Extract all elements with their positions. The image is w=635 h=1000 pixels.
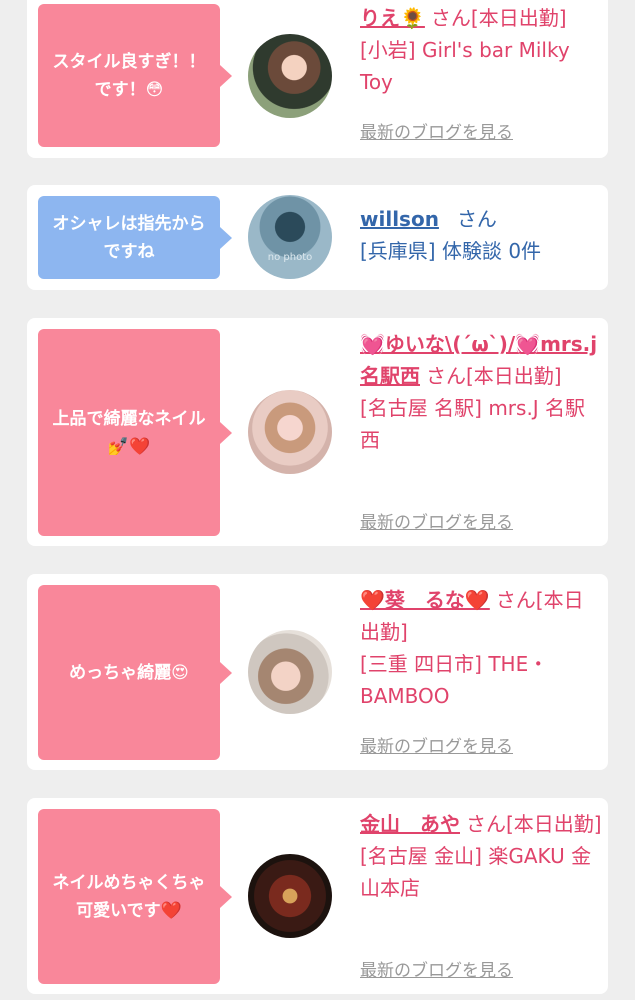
avatar[interactable] [248,630,332,714]
shop-label: [兵庫県] 体験談 0件 [360,239,542,263]
user-name-link[interactable]: 金山 あや [360,812,460,836]
comment-bubble: めっちゃ綺麗😍 [38,585,232,760]
user-info: 金山 あや さん[本日出勤] [名古屋 金山] 楽GAKU 金山本店 [360,808,602,904]
latest-blog-link[interactable]: 最新のブログを見る [360,732,513,757]
shop-label: [三重 四日市] THE・BAMBOO [360,652,549,708]
comment-text: オシャレは指先からですね [52,213,206,262]
latest-blog-link[interactable]: 最新のブログを見る [360,508,513,533]
comment-text: ネイルめちゃくちゃ可愛いです❤️ [52,872,206,921]
shop-label: [小岩] Girl's bar Milky Toy [360,38,570,94]
avatar[interactable] [248,34,332,118]
comment-bubble: ネイルめちゃくちゃ可愛いです❤️ [38,809,232,984]
user-info: 💓ゆいな\(´ω`)/💓mrs.j名駅西 さん[本日出勤] [名古屋 名駅] mr… [360,328,602,456]
user-info: willson さん [兵庫県] 体験談 0件 [360,203,602,267]
user-name-link[interactable]: ❤️葵 るな❤️ [360,588,490,612]
user-status: さん[本日出勤] [426,364,562,388]
comment-bubble: スタイル良すぎ！！です！😳 [38,4,232,147]
avatar[interactable]: no photo [248,195,332,279]
comment-text: めっちゃ綺麗😍 [69,662,189,683]
avatar[interactable] [248,854,332,938]
shop-label: [名古屋 名駅] mrs.J 名駅西 [360,396,586,452]
avatar[interactable] [248,390,332,474]
comment-bubble: オシャレは指先からですね [38,196,232,279]
comment-card: スタイル良すぎ！！です！😳 りえ🌻 さん[本日出勤] [小岩] Girl's ba… [27,0,608,158]
user-status: さん [456,207,497,231]
latest-blog-link[interactable]: 最新のブログを見る [360,118,513,143]
user-info: りえ🌻 さん[本日出勤] [小岩] Girl's bar Milky Toy [360,2,602,98]
comment-card: ネイルめちゃくちゃ可愛いです❤️ 金山 あや さん[本日出勤] [名古屋 金山] … [27,798,608,994]
shop-label: [名古屋 金山] 楽GAKU 金山本店 [360,844,592,900]
user-status: さん[本日出勤] [466,812,602,836]
comment-card: 上品で綺麗なネイル💅❤️ 💓ゆいな\(´ω`)/💓mrs.j名駅西 さん[本日出勤… [27,318,608,546]
comment-text: スタイル良すぎ！！です！😳 [52,51,206,100]
no-photo-label: no photo [267,252,313,263]
user-name-link[interactable]: willson [360,207,439,231]
latest-blog-link[interactable]: 最新のブログを見る [360,956,513,981]
user-info: ❤️葵 るな❤️ さん[本日出勤] [三重 四日市] THE・BAMBOO [360,584,602,712]
comment-card: めっちゃ綺麗😍 ❤️葵 るな❤️ さん[本日出勤] [三重 四日市] THE・BA… [27,574,608,770]
comment-text: 上品で綺麗なネイル💅❤️ [52,408,206,457]
user-status: さん[本日出勤] [430,6,567,30]
comment-card: オシャレは指先からですね no photo willson さん [兵庫県] 体験… [27,185,608,290]
user-name-link[interactable]: りえ🌻 [360,6,425,30]
comment-bubble: 上品で綺麗なネイル💅❤️ [38,329,232,536]
